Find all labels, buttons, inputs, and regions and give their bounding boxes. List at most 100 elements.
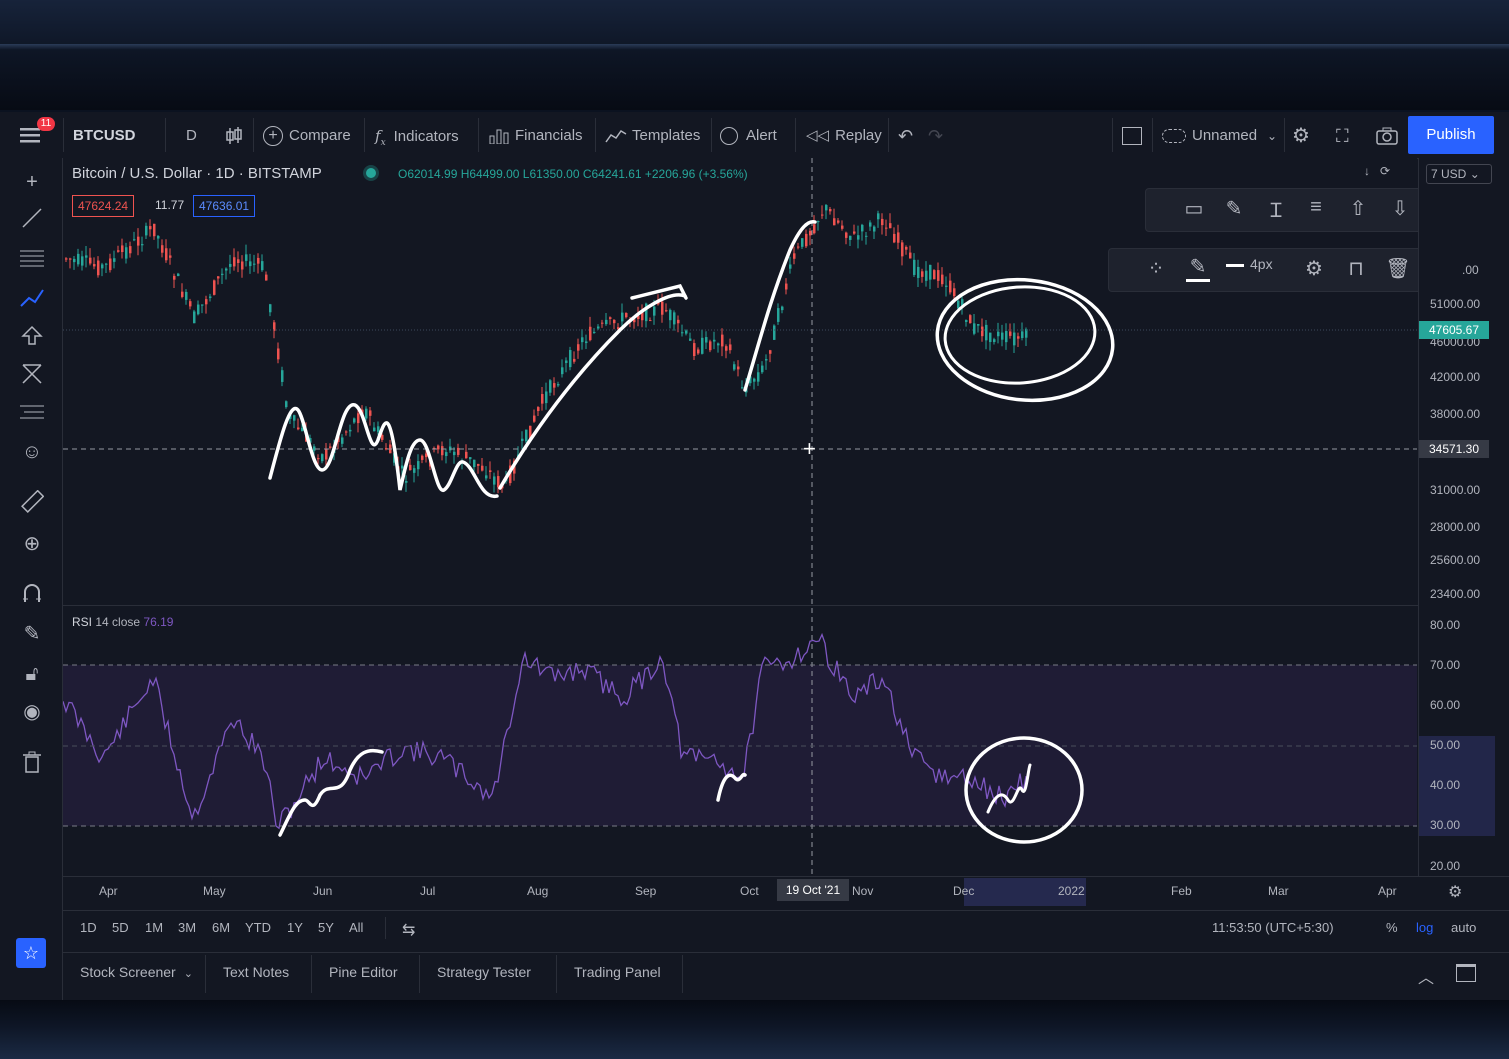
symbol-search[interactable]: BTCUSD [73, 124, 136, 148]
drawing-delete-button[interactable]: 🗑︎ [1384, 256, 1412, 281]
lock-drawings[interactable]: 🔓︎ [18, 660, 46, 688]
candle-body [293, 415, 296, 421]
pattern-tool[interactable] [18, 362, 46, 390]
arrow-up-button[interactable]: ⇧ [1344, 196, 1372, 221]
trendline-tool[interactable] [18, 206, 46, 234]
tab-text-notes[interactable]: Text Notes [223, 964, 289, 980]
range-5y[interactable]: 5Y [318, 920, 334, 935]
series-title[interactable]: Bitcoin / U.S. Dollar · 1D · BITSTAMP [72, 165, 322, 182]
percent-toggle[interactable]: % [1386, 920, 1398, 935]
rsi-legend[interactable]: RSI 14 close 76.19 [72, 615, 173, 629]
grid-dots-icon: ⁘ [1147, 258, 1165, 280]
interval-button[interactable]: D [186, 124, 197, 148]
templates-grid-button[interactable]: ⁘ [1142, 256, 1170, 281]
hide-drawings[interactable]: ◉ [18, 698, 46, 726]
watchlist-star-button[interactable]: ☆ [16, 938, 46, 968]
crosshair-tool[interactable]: + [18, 168, 46, 196]
candle-body [161, 245, 164, 253]
compare-button[interactable]: + Compare [263, 124, 351, 148]
range-1d[interactable]: 1D [80, 920, 97, 935]
currency-select[interactable]: 7 USD ⌄ [1426, 164, 1492, 184]
candle-body [405, 481, 408, 483]
arrow-down-button[interactable]: ⇩ [1386, 196, 1414, 221]
candle-body [913, 259, 916, 275]
candle-body [1009, 331, 1012, 336]
publish-button[interactable]: Publish [1408, 116, 1494, 154]
financials-button[interactable]: Financials [489, 124, 583, 148]
line-width-button[interactable]: 4px [1226, 256, 1286, 272]
range-all[interactable]: All [349, 920, 363, 935]
layout-select-button[interactable] [1122, 124, 1142, 148]
prediction-tool[interactable] [18, 400, 46, 428]
candle-body [593, 331, 596, 333]
tab-pine-editor[interactable]: Pine Editor [329, 964, 397, 980]
rsi-axis-label: 20.00 [1430, 859, 1461, 873]
sell-button[interactable]: 47624.24 [72, 195, 135, 217]
candle-body [937, 270, 940, 281]
line-color-button[interactable]: ✎ [1184, 254, 1212, 282]
range-3m[interactable]: 3M [178, 920, 196, 935]
buy-button[interactable]: 47636.01 [193, 195, 256, 217]
candle-body [509, 465, 512, 484]
price-label: 42000.00 [1430, 370, 1481, 384]
candle-body [981, 326, 984, 337]
shapes-tool[interactable] [18, 324, 46, 352]
indicators-button[interactable]: fx Indicators [375, 124, 459, 148]
templates-button[interactable]: Templates [605, 124, 700, 148]
spread-value: 11.77 [155, 198, 185, 212]
bar-chart-icon [489, 129, 509, 145]
axis-settings-button[interactable]: ⚙ [1448, 882, 1462, 902]
candle-body [265, 274, 268, 281]
cloud-icon [1162, 129, 1186, 144]
tab-stock-screener[interactable]: Stock Screener ⌄ [80, 964, 193, 980]
range-1y[interactable]: 1Y [287, 920, 303, 935]
fib-tool[interactable] [18, 246, 46, 274]
candle-body [497, 476, 500, 488]
callout-button[interactable]: ▭ [1180, 196, 1208, 221]
drawing-lock-button[interactable]: ⊓ [1342, 256, 1370, 281]
candle-body [1025, 329, 1028, 338]
candle-body [901, 242, 904, 257]
lines-button[interactable]: ≡ [1302, 196, 1330, 219]
snapshot-button[interactable] [1376, 124, 1398, 148]
candle-body [501, 483, 504, 489]
clock-timezone[interactable]: 11:53:50 (UTC+5:30) [1212, 920, 1334, 935]
zoom-tool[interactable]: ⊕ [18, 530, 46, 558]
range-1m[interactable]: 1M [145, 920, 163, 935]
settings-button[interactable]: ⚙ [1292, 124, 1310, 148]
price-axis-controls[interactable]: ↓ ⟳ [1364, 164, 1390, 178]
icons-tool[interactable]: ☺ [18, 438, 46, 466]
magnet-tool[interactable] [18, 582, 46, 610]
candle-body [641, 311, 644, 321]
tab-trading-panel[interactable]: Trading Panel [574, 964, 661, 980]
fullscreen-button[interactable]: ⛶ [1336, 124, 1349, 148]
candle-body [461, 460, 464, 463]
range-ytd[interactable]: YTD [245, 920, 271, 935]
remove-drawings[interactable] [18, 750, 46, 778]
undo-button[interactable]: ↶ [898, 124, 913, 148]
range-6m[interactable]: 6M [212, 920, 230, 935]
bar-style-button[interactable] [224, 124, 244, 148]
auto-toggle[interactable]: auto [1451, 920, 1476, 935]
drawing-settings-button[interactable]: ⚙ [1300, 256, 1328, 281]
candle-body [389, 444, 392, 454]
layout-name: Unnamed [1192, 127, 1258, 144]
log-toggle[interactable]: log [1416, 920, 1433, 935]
collapse-panel-button[interactable]: ︿ [1418, 964, 1434, 988]
range-5d[interactable]: 5D [112, 920, 129, 935]
candle-body [373, 427, 376, 432]
tab-strategy-tester[interactable]: Strategy Tester [437, 964, 531, 980]
pen-button[interactable]: ✎ [1220, 196, 1248, 221]
candle-body [557, 384, 560, 386]
goto-date-button[interactable]: ⇆ [402, 920, 415, 940]
redo-button[interactable]: ↷ [928, 124, 943, 148]
layout-name-button[interactable]: Unnamed ⌄ [1162, 124, 1277, 148]
alert-button[interactable]: Alert [720, 124, 777, 148]
ruler-tool[interactable] [18, 489, 46, 518]
text-button[interactable]: Ɪ [1262, 196, 1290, 223]
candle-body [537, 407, 540, 412]
replay-button[interactable]: ◁◁ Replay [806, 124, 882, 148]
stay-in-drawing-mode[interactable]: ✎ [18, 620, 46, 648]
brush-tool[interactable] [18, 286, 46, 314]
maximize-panel-button[interactable] [1456, 964, 1476, 985]
